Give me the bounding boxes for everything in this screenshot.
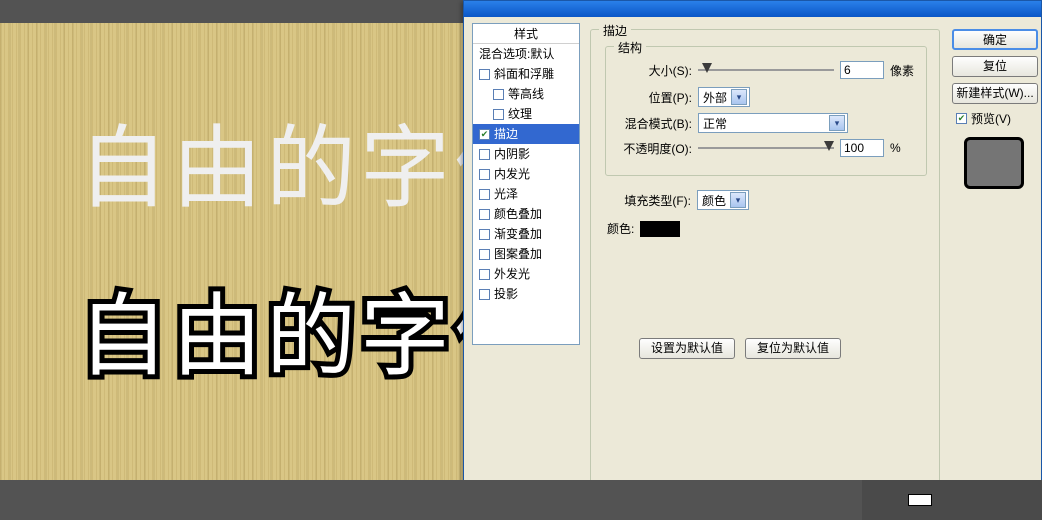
set-default-button[interactable]: 设置为默认值 xyxy=(639,338,735,359)
size-input[interactable]: 6 xyxy=(840,61,884,79)
size-slider-thumb[interactable] xyxy=(702,63,712,73)
ok-button[interactable]: 确定 xyxy=(952,29,1038,50)
panel-fragment xyxy=(862,480,1042,520)
styles-list-header: 样式 xyxy=(473,24,579,44)
chevron-down-icon: ▾ xyxy=(731,89,747,105)
styles-item-label: 颜色叠加 xyxy=(494,204,542,224)
preview-checkbox-row[interactable]: 预览(V) xyxy=(956,110,1040,127)
dialog-titlebar[interactable] xyxy=(464,1,1041,17)
styles-item-checkbox[interactable] xyxy=(493,109,504,120)
preview-swatch xyxy=(964,137,1024,189)
opacity-slider-thumb[interactable] xyxy=(824,141,834,151)
styles-item-label: 内发光 xyxy=(494,164,530,184)
styles-item[interactable]: 内阴影 xyxy=(473,144,579,164)
styles-item-label: 斜面和浮雕 xyxy=(494,64,554,84)
styles-item-checkbox[interactable] xyxy=(479,289,490,300)
size-slider[interactable] xyxy=(698,63,834,77)
position-value: 外部 xyxy=(703,89,727,106)
styles-item[interactable]: 光泽 xyxy=(473,184,579,204)
styles-item-label: 外发光 xyxy=(494,264,530,284)
structure-legend: 结构 xyxy=(614,39,646,56)
styles-item-checkbox[interactable] xyxy=(479,209,490,220)
styles-item[interactable]: 渐变叠加 xyxy=(473,224,579,244)
styles-item-label: 内阴影 xyxy=(494,144,530,164)
size-unit: 像素 xyxy=(890,62,914,79)
styles-item[interactable]: 描边 xyxy=(473,124,579,144)
styles-item-label: 描边 xyxy=(494,124,518,144)
reset-default-button[interactable]: 复位为默认值 xyxy=(745,338,841,359)
styles-item-checkbox[interactable] xyxy=(479,69,490,80)
styles-item-checkbox[interactable] xyxy=(479,129,490,140)
fill-type-select[interactable]: 颜色 ▾ xyxy=(697,190,749,210)
styles-item-checkbox[interactable] xyxy=(479,269,490,280)
stroke-group-legend: 描边 xyxy=(599,22,631,39)
layer-style-dialog: 样式 混合选项:默认 斜面和浮雕等高线纹理描边内阴影内发光光泽颜色叠加渐变叠加图… xyxy=(463,0,1042,490)
styles-blending-options[interactable]: 混合选项:默认 xyxy=(473,44,579,64)
styles-item-checkbox[interactable] xyxy=(479,229,490,240)
opacity-label: 不透明度(O): xyxy=(616,140,692,157)
styles-item[interactable]: 颜色叠加 xyxy=(473,204,579,224)
cancel-button[interactable]: 复位 xyxy=(952,56,1038,77)
opacity-slider[interactable] xyxy=(698,141,834,155)
fill-type-label: 填充类型(F): xyxy=(615,192,691,209)
styles-item-label: 光泽 xyxy=(494,184,518,204)
stroke-group: 描边 结构 大小(S): 6 像素 位置(P): 外部 ▾ xyxy=(590,29,940,495)
new-style-button[interactable]: 新建样式(W)... xyxy=(952,83,1038,104)
preview-checkbox[interactable] xyxy=(956,113,967,124)
styles-item-label: 投影 xyxy=(494,284,518,304)
styles-item[interactable]: 图案叠加 xyxy=(473,244,579,264)
styles-item-checkbox[interactable] xyxy=(493,89,504,100)
styles-blending-label: 混合选项:默认 xyxy=(479,44,554,64)
preview-label: 预览(V) xyxy=(971,110,1011,127)
styles-item[interactable]: 斜面和浮雕 xyxy=(473,64,579,84)
styles-item[interactable]: 等高线 xyxy=(473,84,579,104)
styles-item-checkbox[interactable] xyxy=(479,189,490,200)
chevron-down-icon: ▾ xyxy=(730,192,746,208)
dialog-right-column: 确定 复位 新建样式(W)... 预览(V) xyxy=(952,29,1040,189)
blend-mode-label: 混合模式(B): xyxy=(616,115,692,132)
opacity-input[interactable]: 100 xyxy=(840,139,884,157)
styles-item[interactable]: 内发光 xyxy=(473,164,579,184)
styles-item-label: 渐变叠加 xyxy=(494,224,542,244)
styles-item[interactable]: 纹理 xyxy=(473,104,579,124)
styles-item-label: 纹理 xyxy=(508,104,532,124)
chevron-down-icon: ▾ xyxy=(829,115,845,131)
styles-item[interactable]: 投影 xyxy=(473,284,579,304)
position-label: 位置(P): xyxy=(616,89,692,106)
structure-group: 结构 大小(S): 6 像素 位置(P): 外部 ▾ xyxy=(605,46,927,176)
styles-item-checkbox[interactable] xyxy=(479,249,490,260)
styles-item-checkbox[interactable] xyxy=(479,149,490,160)
styles-item-label: 图案叠加 xyxy=(494,244,542,264)
styles-item-label: 等高线 xyxy=(508,84,544,104)
panel-swatch xyxy=(908,494,932,506)
color-label: 颜色: xyxy=(607,220,634,237)
size-label: 大小(S): xyxy=(616,62,692,79)
fill-type-value: 颜色 xyxy=(702,192,726,209)
stroke-color-swatch[interactable] xyxy=(640,221,680,237)
styles-list: 样式 混合选项:默认 斜面和浮雕等高线纹理描边内阴影内发光光泽颜色叠加渐变叠加图… xyxy=(472,23,580,345)
opacity-unit: % xyxy=(890,141,901,155)
styles-item-checkbox[interactable] xyxy=(479,169,490,180)
styles-item[interactable]: 外发光 xyxy=(473,264,579,284)
position-select[interactable]: 外部 ▾ xyxy=(698,87,750,107)
bottom-strip xyxy=(0,480,1042,520)
blend-mode-value: 正常 xyxy=(703,115,825,132)
blend-mode-select[interactable]: 正常 ▾ xyxy=(698,113,848,133)
